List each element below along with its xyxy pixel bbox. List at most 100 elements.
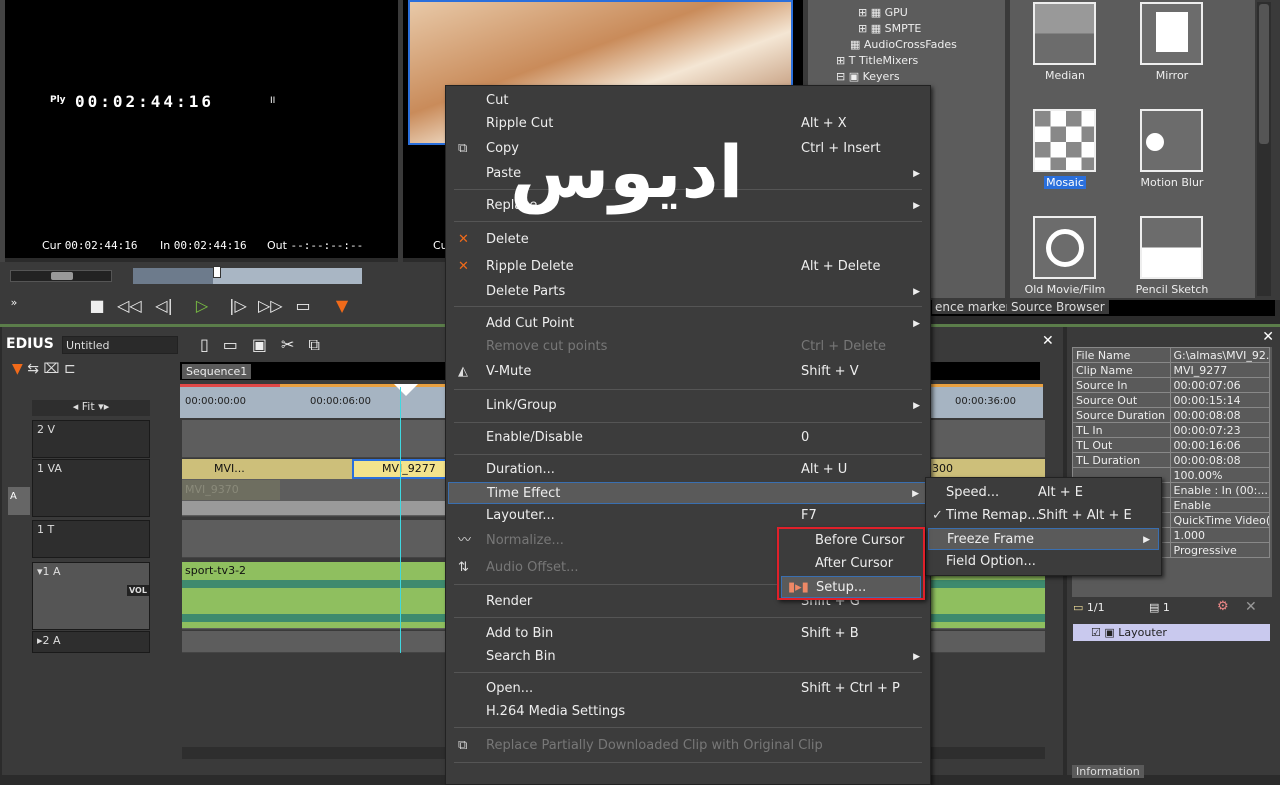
menu-item-ripple-cut[interactable]: Ripple Cut Alt + X [448, 113, 928, 135]
menu-item-setup[interactable]: Setup... ▮▸▮ [781, 576, 921, 598]
effect-thumb-mosaic[interactable] [1033, 109, 1096, 172]
out-label: Out [267, 239, 287, 252]
tab-sequence-marker[interactable]: ence marker [932, 300, 1014, 314]
step-back-icon[interactable]: ◁| [152, 296, 176, 315]
clip-mvi-9370[interactable]: MVI_9370 [182, 480, 280, 500]
info-row: Clip Name MVI_9277 [1072, 362, 1271, 378]
insert-to-timeline-icon[interactable]: ▼ [330, 296, 354, 315]
fast-forward-icon[interactable]: ▷▷ [258, 296, 283, 315]
player-timecode: 00:02:44:16 [75, 92, 214, 111]
track-header-1a[interactable]: ▾1 A VOL [32, 562, 150, 630]
menu-item-shortcut: Ctrl + Delete [801, 339, 887, 354]
menu-item-delete-parts[interactable]: Delete Parts ▶ [448, 281, 928, 303]
patch-a12[interactable]: A [8, 487, 30, 515]
effect-thumb-pencil-sketch[interactable] [1140, 216, 1203, 279]
menu-item-add-to-bin[interactable]: Add to Bin Shift + B [448, 623, 928, 645]
effect-label-mirror[interactable]: Mirror [1117, 69, 1227, 82]
submenu-arrow-icon: ▶ [913, 201, 920, 211]
menu-item-delete[interactable]: Delete ✕ [448, 229, 928, 251]
menu-item-label: H.264 Media Settings [486, 704, 626, 719]
menu-item-after-cursor[interactable]: After Cursor [781, 553, 921, 575]
tab-source-browser[interactable]: Source Browser [1007, 300, 1109, 314]
menu-item-paste[interactable]: Paste ▶ [448, 163, 928, 185]
tree-item-gpu[interactable]: ⊞ ▦ GPU [858, 6, 908, 19]
menu-item-shortcut: Shift + Ctrl + P [801, 681, 900, 696]
menu-item-replace[interactable]: Replace ▶ [448, 195, 928, 217]
menu-item-enable-disable[interactable]: Enable/Disable 0 [448, 427, 928, 449]
effect-thumb-mirror[interactable] [1140, 2, 1203, 65]
timeline-toolbar[interactable]: ▯▭▣✂⧉ [200, 335, 334, 355]
delete-filter-icon[interactable]: ✕ [1245, 599, 1257, 615]
menu-item-label: Enable/Disable [486, 430, 583, 445]
close-info-icon[interactable]: ✕ [1262, 329, 1274, 345]
vol-button[interactable]: VOL [127, 585, 149, 596]
menu-item-speed[interactable]: Speed... Alt + E [928, 482, 1159, 504]
menu-item-freeze-frame[interactable]: Freeze Frame ▶ [928, 528, 1159, 550]
menu-item-copy[interactable]: Copy Ctrl + Insert ⧉ [448, 138, 928, 160]
filter-item-layouter[interactable]: ☑ ▣ Layouter [1073, 624, 1270, 641]
menu-item-label: Ripple Cut [486, 116, 554, 131]
loop-icon[interactable]: ▭ [291, 296, 315, 315]
more-icon[interactable]: » [2, 296, 26, 309]
menu-item-open[interactable]: Open... Shift + Ctrl + P [448, 678, 928, 700]
menu-item-shortcut: Alt + Delete [801, 259, 881, 274]
project-name-field[interactable]: Untitled [62, 336, 178, 354]
zoom-select[interactable]: ◂ Fit ▾▸ [32, 400, 150, 416]
effects-scrollbar[interactable] [1257, 2, 1271, 296]
step-forward-icon[interactable]: |▷ [226, 296, 250, 315]
tree-item-audiocrossfades[interactable]: ▦ AudioCrossFades [850, 38, 957, 51]
effect-label-motion-blur[interactable]: Motion Blur [1117, 176, 1227, 189]
menu-item-label: Delete [486, 232, 529, 247]
tab-sequence1[interactable]: Sequence1 [182, 364, 252, 379]
effect-label-pencil-sketch[interactable]: Pencil Sketch [1117, 283, 1227, 296]
track-header-1va[interactable]: 1 VA [32, 459, 150, 517]
track-header-2a[interactable]: ▸2 A [32, 631, 150, 653]
effect-label-old-movie[interactable]: Old Movie/Film [1010, 283, 1120, 296]
effect-label-median[interactable]: Median [1010, 69, 1120, 82]
ruler-label: 00:00:00:00 [185, 396, 247, 407]
ruler-label: 00:00:36:00 [955, 396, 1017, 407]
menu-item-duration[interactable]: Duration... Alt + U [448, 459, 928, 481]
player-mode: Ply [50, 95, 66, 105]
menu-item-label: Before Cursor [815, 533, 905, 548]
tree-item-titlemixers[interactable]: ⊞ T TitleMixers [836, 54, 918, 67]
rewind-icon[interactable]: ◁◁ [117, 296, 142, 315]
jog-slider[interactable] [10, 270, 112, 282]
menu-item-label: Speed... [946, 485, 1000, 500]
effect-thumb-motion-blur[interactable] [1140, 109, 1203, 172]
clip-300[interactable]: 300 [930, 459, 1045, 479]
menu-item-link-group[interactable]: Link/Group ▶ [448, 395, 928, 417]
track-header-1t[interactable]: 1 T [32, 520, 150, 558]
menu-item-field-option[interactable]: Field Option... [928, 551, 1159, 573]
stop-icon[interactable]: ■ [85, 296, 109, 315]
menu-item-replace-partially-downloaded-clip-with-original-clip[interactable]: Replace Partially Downloaded Clip with O… [448, 735, 928, 757]
menu-item-v-mute[interactable]: V-Mute Shift + V ◭ [448, 361, 928, 383]
close-timeline-icon[interactable]: ✕ [1042, 333, 1054, 349]
menu-item-ripple-delete[interactable]: Ripple Delete Alt + Delete ✕ [448, 256, 928, 278]
effect-thumb-median[interactable] [1033, 2, 1096, 65]
menu-item-time-effect[interactable]: Time Effect ▶ [448, 482, 928, 504]
tab-information[interactable]: Information [1072, 765, 1144, 778]
timeline-tool-icons[interactable]: ▼ ⇆ ⌧ ⊏ [12, 361, 76, 377]
track-header-2v[interactable]: 2 V [32, 420, 150, 458]
menu-item-add-cut-point[interactable]: Add Cut Point ▶ [448, 313, 928, 335]
effect-thumb-old-movie[interactable] [1033, 216, 1096, 279]
menu-item-remove-cut-points[interactable]: Remove cut points Ctrl + Delete [448, 336, 928, 358]
effect-label-mosaic[interactable]: Mosaic [1010, 176, 1120, 189]
menu-item-search-bin[interactable]: Search Bin ▶ [448, 646, 928, 668]
menu-item-h-264-media-settings[interactable]: H.264 Media Settings [448, 701, 928, 723]
player-seek-bar[interactable] [133, 266, 362, 284]
menu-item-before-cursor[interactable]: Before Cursor [781, 530, 921, 552]
menu-separator [454, 454, 922, 455]
play-icon[interactable]: ▷ [190, 296, 214, 315]
tree-item-smpte[interactable]: ⊞ ▦ SMPTE [858, 22, 921, 35]
menu-item-label: Link/Group [486, 398, 557, 413]
tree-item-keyers[interactable]: ⊟ ▣ Keyers [836, 70, 900, 83]
menu-item-layouter[interactable]: Layouter... F7 [448, 505, 928, 527]
menu-item-label: Normalize... [486, 533, 564, 548]
playhead-handle[interactable] [394, 384, 418, 396]
menu-item-time-remap[interactable]: Time Remap... Shift + Alt + E ✓ [928, 505, 1159, 527]
menu-item-label: Paste [486, 166, 522, 181]
filter-settings-icon[interactable]: ⚙ [1217, 599, 1229, 614]
menu-item-cut[interactable]: Cut [448, 90, 928, 112]
